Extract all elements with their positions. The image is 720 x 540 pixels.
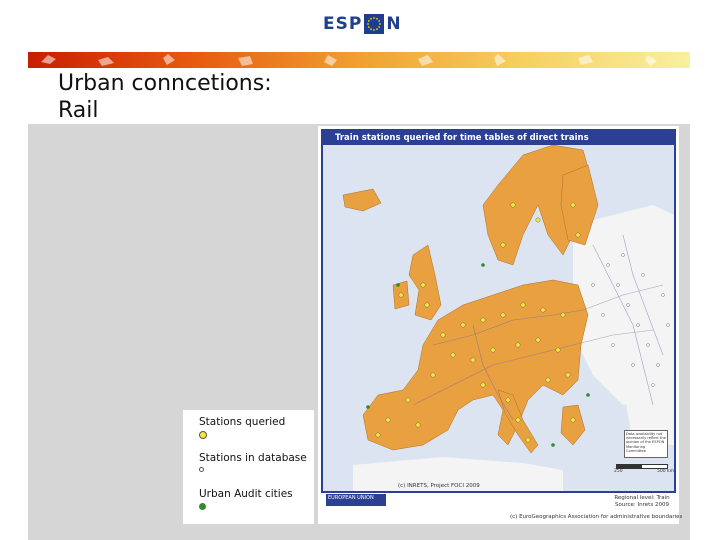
map-legend: Stations queried Stations in database Ur… — [183, 410, 314, 524]
eu-badge: EUROPEAN UNION — [326, 494, 386, 506]
legend-label-urban-audit: Urban Audit cities — [199, 488, 293, 500]
map-credit-boundaries: (c) EuroGeographics Association for admi… — [510, 514, 683, 520]
map-title: Train stations queried for time tables o… — [335, 133, 589, 143]
scale-labels: 250 500 km — [614, 469, 674, 474]
map-title-bar: Train stations queried for time tables o… — [323, 131, 674, 145]
legend-label-stations-database: Stations in database — [199, 452, 307, 464]
data-availability-note: Data availability not necessarily reflec… — [624, 430, 668, 458]
map-graphic — [342, 145, 674, 491]
white-circle-icon — [199, 467, 204, 472]
eu-flag-icon — [364, 14, 385, 34]
legend-label-stations-queried: Stations queried — [199, 416, 286, 428]
scale-label-end: 500 km — [656, 469, 674, 474]
green-circle-icon — [199, 503, 206, 510]
europe-map: Train stations queried for time tables o… — [321, 129, 676, 493]
decorative-map-band — [28, 52, 690, 68]
scale-label-mid: 250 — [614, 469, 623, 474]
eu-badge-text: EUROPEAN UNION — [328, 495, 374, 501]
slide-title: Urban conncetions: Rail — [58, 71, 272, 123]
espon-logo: ESP N — [323, 12, 402, 36]
map-credit-source: (c) INRETS, Project FOCI 2009 — [398, 483, 480, 489]
regional-level-note: Regional level: Train Source: Inrets 200… — [614, 495, 670, 508]
yellow-circle-icon — [199, 431, 207, 439]
logo-text-right: N — [386, 14, 402, 34]
logo-text-left: ESP — [323, 14, 363, 34]
